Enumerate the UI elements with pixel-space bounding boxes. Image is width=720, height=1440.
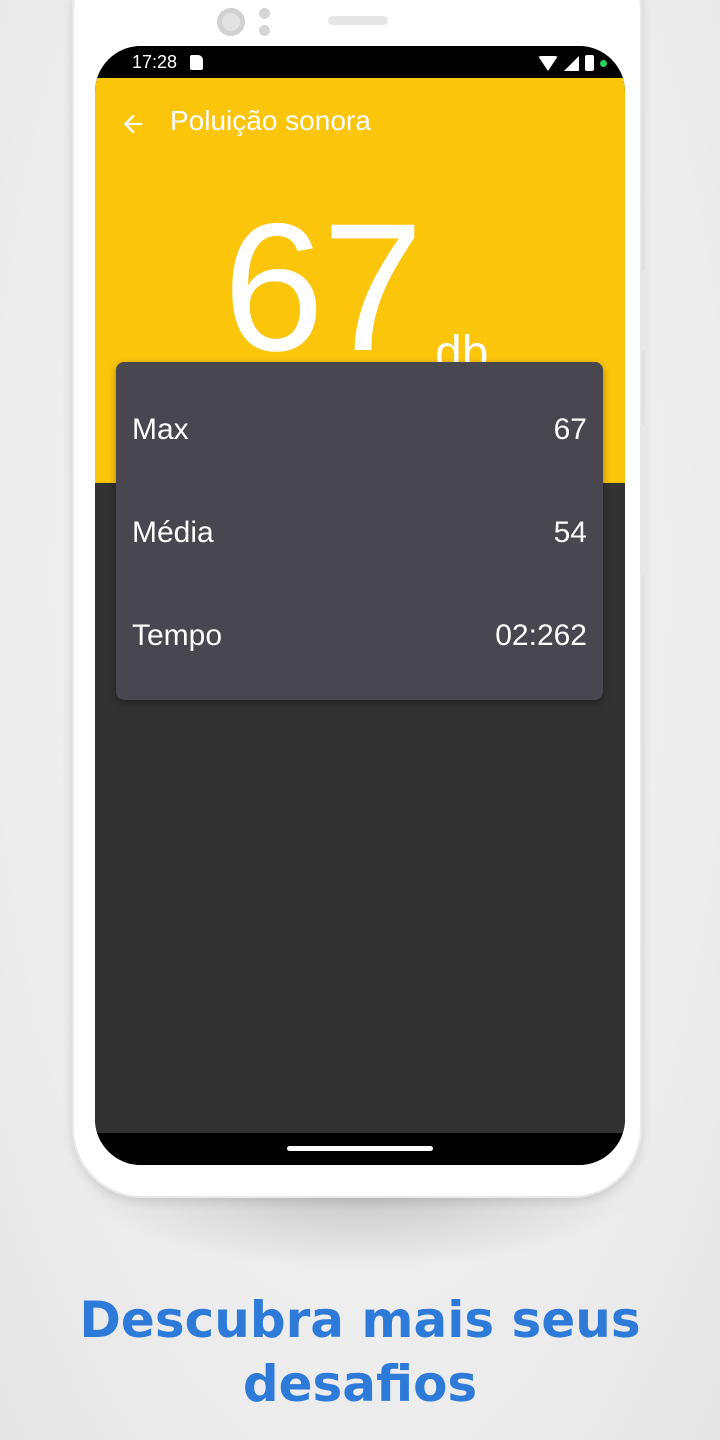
home-indicator[interactable] bbox=[287, 1146, 433, 1151]
stat-label: Tempo bbox=[132, 619, 223, 652]
navigation-bar bbox=[95, 1133, 625, 1165]
power-button bbox=[640, 425, 648, 575]
promo-line-1: Descubra mais seus bbox=[79, 1291, 641, 1349]
phone-frame: 17:28 Poluição sonora 67 db Max 67 Média… bbox=[72, 0, 648, 1198]
stat-value: 54 bbox=[553, 516, 587, 549]
stat-value: 02:262 bbox=[495, 619, 587, 652]
phone-screen: 17:28 Poluição sonora 67 db Max 67 Média… bbox=[95, 46, 625, 1165]
page-title: Poluição sonora bbox=[170, 105, 371, 136]
promo-line-2: desafios bbox=[242, 1355, 478, 1413]
status-bar: 17:28 bbox=[95, 46, 625, 78]
stat-row-time: Tempo 02:262 bbox=[132, 616, 587, 656]
wifi-icon bbox=[538, 55, 558, 71]
promo-caption: Descubra mais seus desafios bbox=[0, 1288, 720, 1416]
stat-row-average: Média 54 bbox=[132, 513, 587, 553]
privacy-dot-icon bbox=[600, 59, 607, 67]
signal-icon bbox=[564, 55, 579, 71]
sensor-dots bbox=[259, 8, 271, 38]
stat-label: Média bbox=[132, 516, 214, 549]
volume-button bbox=[640, 270, 648, 350]
earpiece-speaker bbox=[328, 16, 388, 25]
arrow-left-icon[interactable] bbox=[119, 110, 147, 138]
front-camera bbox=[217, 8, 245, 36]
sd-card-icon bbox=[190, 55, 203, 70]
decibel-value: 67 bbox=[223, 185, 423, 389]
stats-card: Max 67 Média 54 Tempo 02:262 bbox=[116, 362, 603, 700]
stat-label: Max bbox=[132, 413, 189, 446]
status-time: 17:28 bbox=[132, 52, 178, 72]
battery-icon bbox=[585, 55, 594, 71]
stat-row-max: Max 67 bbox=[132, 410, 587, 450]
stat-value: 67 bbox=[553, 413, 587, 446]
status-icons bbox=[538, 54, 607, 72]
